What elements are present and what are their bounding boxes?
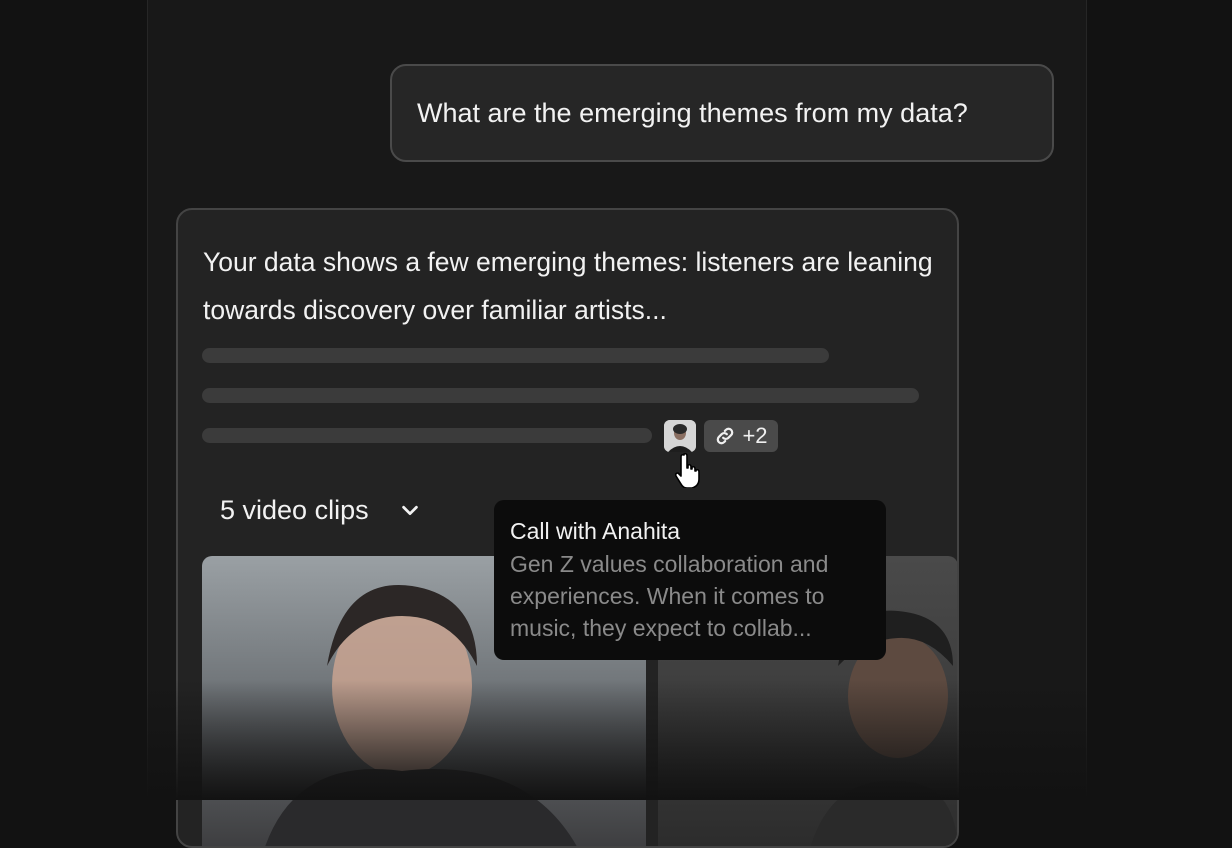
link-icon — [717, 427, 734, 445]
tooltip-body: Gen Z values collaboration and experienc… — [510, 551, 829, 641]
person-avatar-icon — [664, 420, 696, 452]
chevron-down-icon — [401, 505, 418, 516]
video-clips-toggle[interactable]: 5 video clips — [220, 490, 421, 530]
user-message-bubble: What are the emerging themes from my dat… — [390, 64, 1054, 162]
citation-avatar-chip[interactable] — [664, 420, 696, 452]
user-message-text: What are the emerging themes from my dat… — [417, 97, 968, 128]
citation-link-chip[interactable]: +2 — [704, 420, 778, 452]
answer-text: Your data shows a few emerging themes: l… — [203, 247, 933, 325]
tooltip-title: Call with Anahita — [510, 518, 681, 544]
citation-tooltip: Call with Anahita Gen Z values collabora… — [494, 500, 886, 660]
hand-pointer-cursor-icon — [674, 452, 700, 488]
loading-skeleton-line — [202, 388, 919, 403]
video-clips-label: 5 video clips — [220, 494, 369, 525]
loading-skeleton-line — [202, 348, 829, 363]
loading-skeleton-line — [202, 428, 652, 443]
citation-extra-count: +2 — [742, 423, 768, 448]
